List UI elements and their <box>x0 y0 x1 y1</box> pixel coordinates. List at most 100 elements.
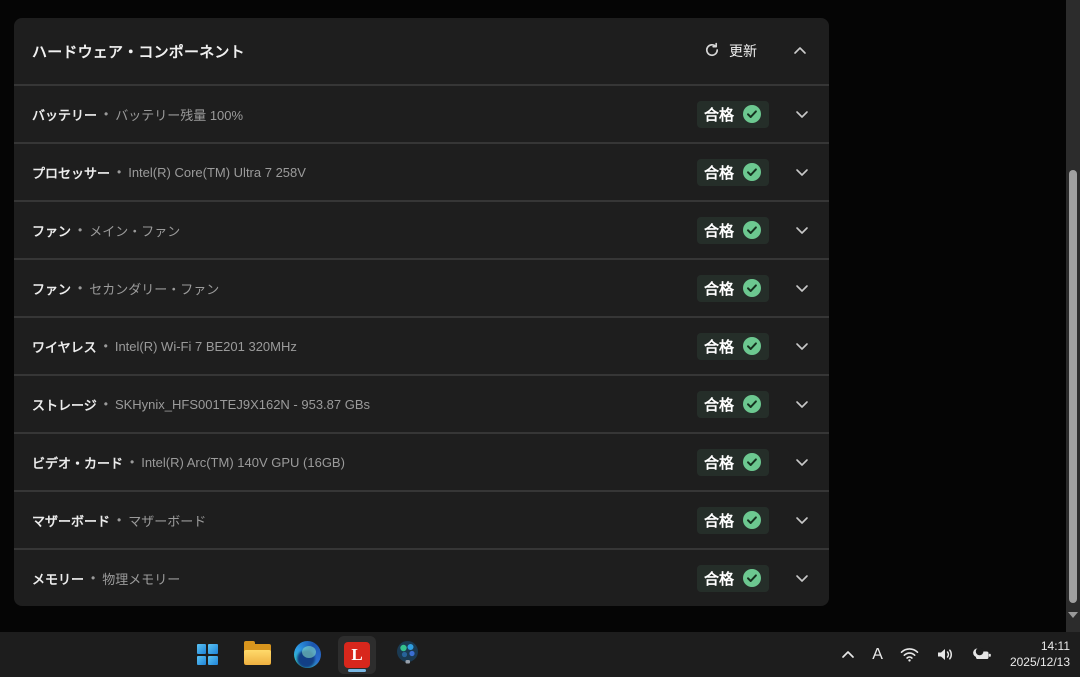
check-circle-icon <box>742 452 762 472</box>
ime-mode-indicator[interactable]: A <box>869 643 886 667</box>
hardware-row-battery[interactable]: バッテリー • バッテリー残量 100% 合格 <box>14 84 829 142</box>
battery-saver-icon[interactable] <box>968 644 995 665</box>
active-app-indicator <box>348 669 366 672</box>
wifi-icon[interactable] <box>897 644 922 665</box>
chevron-down-icon[interactable] <box>795 572 809 584</box>
status-label: 合格 <box>704 104 734 125</box>
chevron-down-icon[interactable] <box>795 398 809 410</box>
hidden-icons-chevron-up-icon[interactable] <box>838 647 858 663</box>
row-label: プロセッサー <box>32 163 110 182</box>
hardware-row-storage[interactable]: ストレージ • SKHynix_HFS001TEJ9X162N - 953.87… <box>14 374 829 432</box>
check-circle-icon <box>742 394 762 414</box>
refresh-button[interactable]: 更新 <box>704 41 757 61</box>
status-label: 合格 <box>704 278 734 299</box>
row-label: メモリー <box>32 569 84 588</box>
hardware-row-fan-secondary[interactable]: ファン • セカンダリー・ファン 合格 <box>14 258 829 316</box>
dot-separator: • <box>104 397 108 411</box>
volume-icon[interactable] <box>933 644 957 665</box>
status-badge: 合格 <box>697 159 769 186</box>
check-circle-icon <box>742 510 762 530</box>
row-description: SKHynix_HFS001TEJ9X162N - 953.87 GBs <box>115 397 697 412</box>
dot-separator: • <box>91 571 95 585</box>
dot-separator: • <box>117 513 121 527</box>
refresh-icon <box>704 42 720 61</box>
diagnostics-app-button[interactable]: L <box>338 636 376 674</box>
status-label: 合格 <box>704 568 734 589</box>
status-label: 合格 <box>704 452 734 473</box>
status-badge: 合格 <box>697 275 769 302</box>
row-description: 物理メモリー <box>102 569 697 588</box>
hardware-row-memory[interactable]: メモリー • 物理メモリー 合格 <box>14 548 829 606</box>
row-description: マザーボード <box>128 511 697 530</box>
hardware-row-wireless[interactable]: ワイヤレス • Intel(R) Wi-Fi 7 BE201 320MHz 合格 <box>14 316 829 374</box>
status-label: 合格 <box>704 336 734 357</box>
taskbar-icons: L <box>188 632 426 677</box>
clock-time: 14:11 <box>1010 639 1070 655</box>
status-badge: 合格 <box>697 217 769 244</box>
row-label: マザーボード <box>32 511 110 530</box>
check-circle-icon <box>742 162 762 182</box>
row-description: Intel(R) Wi-Fi 7 BE201 320MHz <box>115 339 697 354</box>
chevron-down-icon[interactable] <box>795 166 809 178</box>
clock[interactable]: 14:11 2025/12/13 <box>1010 639 1070 670</box>
dot-separator: • <box>78 281 82 295</box>
panel-title: ハードウェア・コンポーネント <box>32 41 704 62</box>
file-explorer-button[interactable] <box>238 636 276 674</box>
check-circle-icon <box>742 278 762 298</box>
hardware-row-motherboard[interactable]: マザーボード • マザーボード 合格 <box>14 490 829 548</box>
status-badge: 合格 <box>697 449 769 476</box>
dot-separator: • <box>104 107 108 121</box>
scrollbar-arrow-down-icon[interactable] <box>1068 610 1078 620</box>
chevron-down-icon[interactable] <box>795 456 809 468</box>
dot-separator: • <box>117 165 121 179</box>
status-badge: 合格 <box>697 507 769 534</box>
chevron-down-icon[interactable] <box>795 224 809 236</box>
hardware-row-fan-main[interactable]: ファン • メイン・ファン 合格 <box>14 200 829 258</box>
row-description: メイン・ファン <box>89 221 697 240</box>
refresh-label: 更新 <box>729 41 757 61</box>
dot-separator: • <box>130 455 134 469</box>
paint-palette-icon <box>394 639 421 671</box>
hardware-row-video-card[interactable]: ビデオ・カード • Intel(R) Arc(TM) 140V GPU (16G… <box>14 432 829 490</box>
row-label: ファン <box>32 279 71 298</box>
row-description: セカンダリー・ファン <box>89 279 697 298</box>
start-button[interactable] <box>188 636 226 674</box>
taskbar: L A 14:11 2025/12/13 <box>0 632 1080 677</box>
hardware-components-panel: ハードウェア・コンポーネント 更新 バッテリー • バッテリー残量 100% 合… <box>14 18 829 606</box>
status-badge: 合格 <box>697 565 769 592</box>
status-label: 合格 <box>704 510 734 531</box>
row-description: Intel(R) Arc(TM) 140V GPU (16GB) <box>141 455 697 470</box>
chevron-down-icon[interactable] <box>795 514 809 526</box>
system-tray: A 14:11 2025/12/13 <box>838 632 1070 677</box>
chevron-up-icon[interactable] <box>793 45 807 57</box>
dot-separator: • <box>104 339 108 353</box>
paint-button[interactable] <box>388 636 426 674</box>
status-badge: 合格 <box>697 391 769 418</box>
status-label: 合格 <box>704 162 734 183</box>
chevron-down-icon[interactable] <box>795 108 809 120</box>
check-circle-icon <box>742 336 762 356</box>
scrollbar-thumb[interactable] <box>1069 170 1077 603</box>
status-badge: 合格 <box>697 101 769 128</box>
edge-browser-button[interactable] <box>288 636 326 674</box>
hardware-row-processor[interactable]: プロセッサー • Intel(R) Core(TM) Ultra 7 258V … <box>14 142 829 200</box>
clock-date: 2025/12/13 <box>1010 655 1070 671</box>
row-label: ファン <box>32 221 71 240</box>
chevron-down-icon[interactable] <box>795 282 809 294</box>
row-label: ビデオ・カード <box>32 453 123 472</box>
status-label: 合格 <box>704 220 734 241</box>
row-description: Intel(R) Core(TM) Ultra 7 258V <box>128 165 697 180</box>
row-label: ストレージ <box>32 395 97 414</box>
windows-logo-icon <box>197 644 218 665</box>
status-label: 合格 <box>704 394 734 415</box>
row-label: バッテリー <box>32 105 97 124</box>
row-description: バッテリー残量 100% <box>115 105 697 124</box>
status-badge: 合格 <box>697 333 769 360</box>
check-circle-icon <box>742 220 762 240</box>
folder-icon <box>244 644 271 665</box>
edge-icon <box>294 641 321 668</box>
dot-separator: • <box>78 223 82 237</box>
chevron-down-icon[interactable] <box>795 340 809 352</box>
check-circle-icon <box>742 568 762 588</box>
lenovo-app-icon: L <box>344 642 370 668</box>
